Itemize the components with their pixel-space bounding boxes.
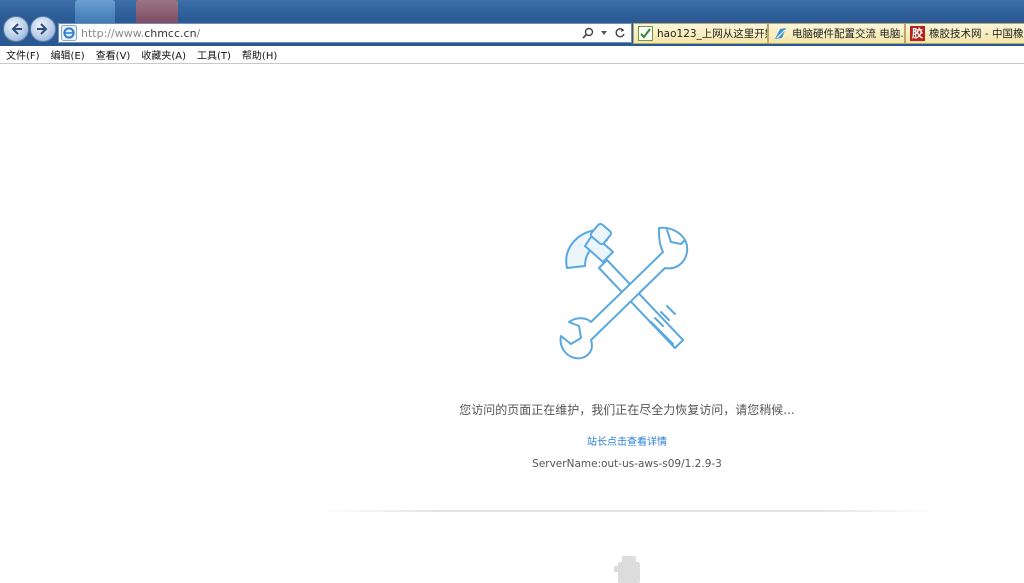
menu-edit[interactable]: 编辑(E) <box>51 47 85 62</box>
browser-chrome: http://www.chmcc.cn/ hao123_上网从这里开始 电脑硬件… <box>0 0 1024 46</box>
ie-page-icon <box>61 25 77 41</box>
forward-button[interactable] <box>30 16 56 42</box>
menu-view[interactable]: 查看(V) <box>96 47 131 62</box>
tab-hao123[interactable]: hao123_上网从这里开始 <box>633 23 768 44</box>
menu-help[interactable]: 帮助(H) <box>242 47 277 62</box>
refresh-icon[interactable] <box>612 25 628 41</box>
url-text[interactable]: http://www.chmcc.cn/ <box>81 27 580 40</box>
content-divider <box>318 510 938 512</box>
tab-label: 橡胶技术网 - 中国橡胶 <box>929 28 1024 40</box>
url-domain: chmcc.cn <box>144 26 197 40</box>
rubber-favicon: 胶 <box>910 26 925 41</box>
address-bar[interactable]: http://www.chmcc.cn/ <box>58 23 632 43</box>
back-button[interactable] <box>3 16 29 42</box>
menu-favorites[interactable]: 收藏夹(A) <box>141 47 186 62</box>
pcfan-favicon <box>775 28 786 39</box>
menu-bar: 文件(F) 编辑(E) 查看(V) 收藏夹(A) 工具(T) 帮助(H) <box>0 46 1024 64</box>
dropdown-chevron-icon[interactable] <box>596 25 612 41</box>
menu-file[interactable]: 文件(F) <box>6 47 40 62</box>
tab-pcfan[interactable]: 电脑硬件配置交流 电脑... <box>768 23 905 44</box>
forward-arrow-icon <box>37 23 48 35</box>
footer-logo-icon <box>614 556 640 583</box>
search-icon[interactable] <box>580 25 596 41</box>
hao123-favicon <box>638 26 653 41</box>
tab-rubber[interactable]: 胶 橡胶技术网 - 中国橡胶 <box>905 23 1024 44</box>
menu-tools[interactable]: 工具(T) <box>197 47 231 62</box>
tools-icon <box>559 222 689 360</box>
url-prefix: http://www. <box>81 26 145 40</box>
back-arrow-icon <box>11 23 22 35</box>
tab-label: hao123_上网从这里开始 <box>657 28 768 40</box>
tab-label: 电脑硬件配置交流 电脑... <box>792 28 905 40</box>
url-suffix: / <box>196 26 201 40</box>
server-name-text: ServerName:out-us-aws-s09/1.2.9-3 <box>532 458 722 470</box>
webmaster-details-link[interactable]: 站长点击查看详情 <box>0 433 1024 448</box>
maintenance-message: 您访问的页面正在维护，我们正在尽全力恢复访问，请您稍候... <box>459 403 795 417</box>
